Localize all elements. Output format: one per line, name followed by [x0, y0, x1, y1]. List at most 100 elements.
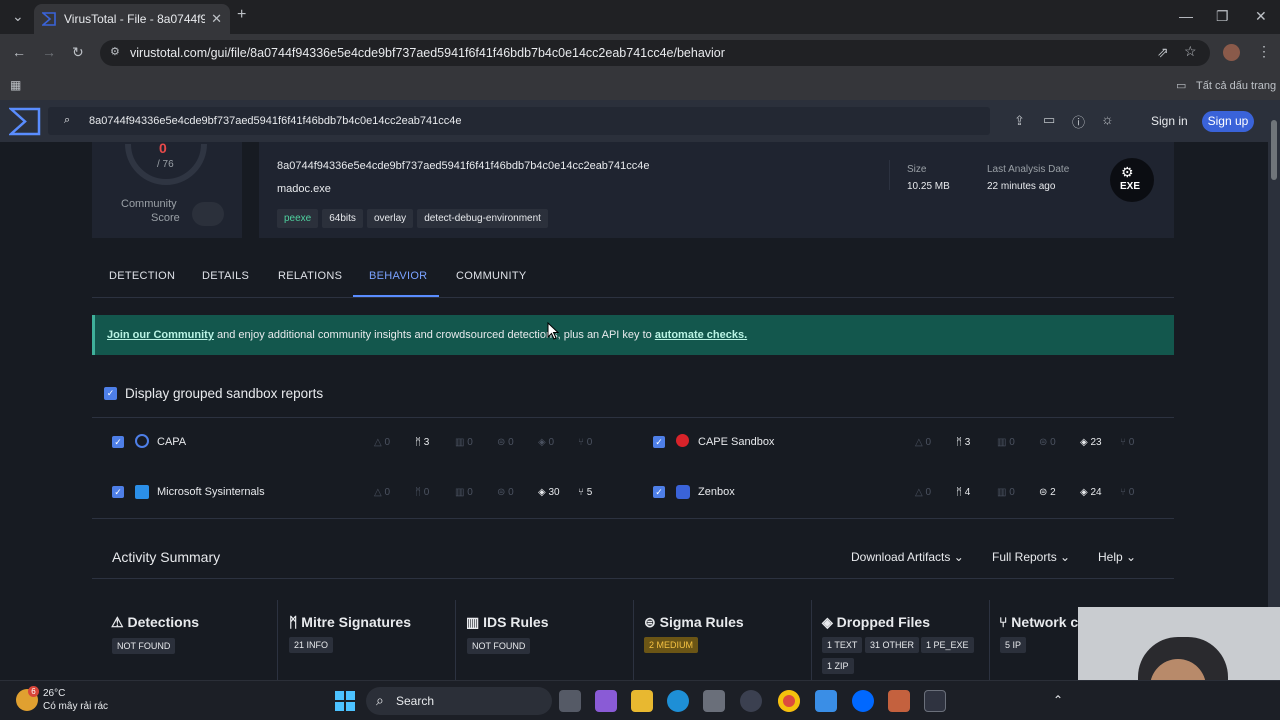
- forward-icon[interactable]: →: [42, 44, 56, 60]
- install-app-icon[interactable]: ⇗: [1157, 44, 1169, 61]
- stat-dropped: ◈ 30: [538, 487, 560, 498]
- all-bookmarks-link[interactable]: Tất cả dấu trang: [1196, 80, 1276, 92]
- dropped-badge: 1 PE_EXE: [921, 637, 974, 653]
- divider: [92, 518, 1174, 519]
- taskbar-search-box[interactable]: ⌕ Search: [366, 687, 552, 715]
- tag[interactable]: peexe: [277, 209, 319, 228]
- reload-icon[interactable]: ↻: [72, 44, 84, 61]
- signup-button[interactable]: Sign up: [1202, 111, 1254, 132]
- gears-icon: ⚙: [1121, 164, 1134, 180]
- virustotal-header: ⌕ 8a0744f94336e5e4cde9bf737aed5941f6f41f…: [0, 100, 1268, 142]
- sandbox-name-capa[interactable]: CAPA: [157, 436, 186, 448]
- media-icon[interactable]: [888, 690, 910, 712]
- stat-ids: ▥ 0: [997, 487, 1015, 498]
- exe-label: EXE: [1120, 181, 1141, 192]
- stat-dropped: ◈ 24: [1080, 487, 1102, 498]
- notepad-icon[interactable]: [815, 690, 837, 712]
- file-explorer-icon[interactable]: [631, 690, 653, 712]
- full-reports-dropdown[interactable]: Full Reports ⌄: [992, 550, 1070, 564]
- virustotal-logo-icon[interactable]: [9, 107, 41, 136]
- detections-heading[interactable]: ⚠ Detections: [111, 614, 199, 631]
- apps-grid-icon[interactable]: ▦: [10, 78, 21, 92]
- task-view-icon[interactable]: [559, 690, 581, 712]
- windows-start-icon[interactable]: [335, 691, 355, 711]
- theme-toggle-icon[interactable]: ☼: [1101, 111, 1114, 127]
- score-card: 0 / 76 Community Score: [92, 142, 242, 238]
- exe-file-type-icon: ⚙ EXE: [1110, 158, 1154, 202]
- automate-checks-link[interactable]: automate checks.: [655, 329, 747, 341]
- sandbox-checkbox-capa[interactable]: ✓: [112, 436, 124, 448]
- network-heading[interactable]: ⑂ Network c: [999, 614, 1078, 630]
- zenbox-logo-icon: [676, 485, 690, 499]
- back-icon[interactable]: ←: [12, 44, 26, 60]
- stat-alerts: △ 0: [374, 487, 391, 498]
- stat-dropped: ◈ 0: [538, 437, 555, 448]
- stat-alerts: △ 0: [374, 437, 391, 448]
- community-label: Community: [121, 198, 177, 210]
- sandbox-checkbox-zenbox[interactable]: ✓: [653, 486, 665, 498]
- chrome-icon[interactable]: [778, 690, 800, 712]
- tray-chevron-icon[interactable]: ⌃: [1053, 693, 1063, 707]
- size-value: 10.25 MB: [907, 181, 950, 192]
- close-window-icon[interactable]: ✕: [1255, 8, 1267, 25]
- grouped-reports-checkbox[interactable]: ✓: [104, 387, 117, 400]
- ids-heading[interactable]: ▥ IDS Rules: [466, 614, 548, 631]
- url-text: virustotal.com/gui/file/8a0744f94336e5e4…: [130, 46, 725, 60]
- stat-dropped: ◈ 23: [1080, 437, 1102, 448]
- sandbox-name-sysinternals[interactable]: Microsoft Sysinternals: [157, 486, 265, 498]
- site-info-icon[interactable]: ⚙: [110, 45, 120, 58]
- tab-community[interactable]: COMMUNITY: [456, 270, 527, 282]
- minimize-icon[interactable]: —: [1179, 8, 1193, 24]
- tab-details[interactable]: DETAILS: [202, 270, 249, 282]
- scrollbar-thumb[interactable]: [1271, 120, 1277, 180]
- folder-icon: ▭: [1176, 80, 1187, 92]
- terminal-icon[interactable]: [924, 690, 946, 712]
- ids-badge: NOT FOUND: [467, 638, 531, 654]
- dropped-badge: 1 ZIP: [822, 658, 854, 674]
- stat-sigma: ⊜ 0: [1039, 437, 1056, 448]
- profile-avatar[interactable]: [1223, 44, 1240, 61]
- sandbox-checkbox-sysinternals[interactable]: ✓: [112, 486, 124, 498]
- browser-tab[interactable]: VirusTotal - File - 8a0744f94336 ✕: [34, 4, 230, 34]
- url-field[interactable]: ⚙ virustotal.com/gui/file/8a0744f94336e5…: [100, 40, 1210, 66]
- network-badge: 5 IP: [1000, 637, 1027, 653]
- sigma-heading[interactable]: ⊜ Sigma Rules: [644, 614, 744, 631]
- tab-behavior[interactable]: BEHAVIOR: [369, 270, 427, 282]
- tab-detection[interactable]: DETECTION: [109, 270, 175, 282]
- help-icon[interactable]: ⓘ: [1072, 112, 1085, 131]
- settings-icon[interactable]: [740, 690, 762, 712]
- search-icon: ⌕: [376, 692, 384, 708]
- join-community-link[interactable]: Join our Community: [107, 329, 214, 341]
- upload-icon[interactable]: ⇪: [1014, 113, 1025, 129]
- address-bar-row: ← → ↻ ⚙ virustotal.com/gui/file/8a0744f9…: [0, 34, 1280, 72]
- tag[interactable]: detect-debug-environment: [417, 209, 548, 228]
- close-tab-icon[interactable]: ✕: [211, 11, 222, 27]
- page-scrollbar[interactable]: [1268, 100, 1280, 680]
- chat-icon[interactable]: ▭: [1043, 112, 1055, 128]
- search-input[interactable]: ⌕ 8a0744f94336e5e4cde9bf737aed5941f6f41f…: [48, 107, 990, 135]
- browser-menu-icon[interactable]: ⋮: [1257, 43, 1271, 60]
- copilot-icon[interactable]: [595, 690, 617, 712]
- tag[interactable]: overlay: [366, 209, 414, 228]
- detections-badge: NOT FOUND: [112, 638, 176, 654]
- edge-icon[interactable]: [667, 690, 689, 712]
- sandbox-name-cape[interactable]: CAPE Sandbox: [698, 436, 774, 448]
- new-tab-icon[interactable]: +: [237, 6, 246, 24]
- maximize-icon[interactable]: ❐: [1216, 8, 1229, 25]
- mitre-heading[interactable]: ᛗ Mitre Signatures: [289, 614, 411, 630]
- app-icon[interactable]: [703, 690, 725, 712]
- divider: [889, 160, 890, 190]
- help-dropdown[interactable]: Help ⌄: [1098, 550, 1136, 564]
- dropped-badge: 1 TEXT: [822, 637, 863, 653]
- sandbox-checkbox-cape[interactable]: ✓: [653, 436, 665, 448]
- tab-relations[interactable]: RELATIONS: [278, 270, 342, 282]
- tag[interactable]: 64bits: [322, 209, 363, 228]
- grouped-reports-label: Display grouped sandbox reports: [125, 386, 324, 401]
- zalo-icon[interactable]: [852, 690, 874, 712]
- bookmark-star-icon[interactable]: ☆: [1184, 43, 1197, 60]
- signin-link[interactable]: Sign in: [1151, 114, 1188, 128]
- tab-list-icon[interactable]: ⌄: [12, 8, 24, 25]
- dropped-files-heading[interactable]: ◈ Dropped Files: [822, 614, 930, 631]
- sandbox-name-zenbox[interactable]: Zenbox: [698, 486, 735, 498]
- download-artifacts-dropdown[interactable]: Download Artifacts ⌄: [851, 550, 964, 564]
